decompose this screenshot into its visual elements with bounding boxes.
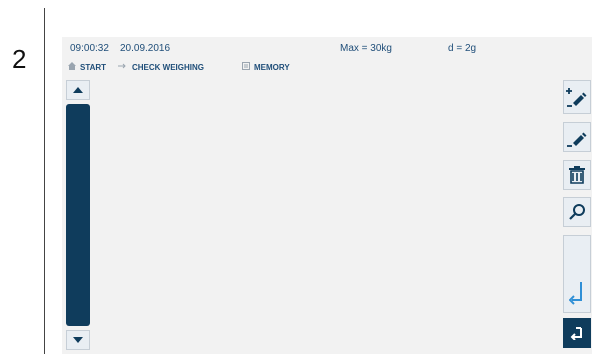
home-icon: [68, 62, 76, 72]
scrollbar-thumb[interactable]: [66, 104, 90, 326]
status-time: 09:00:32: [70, 43, 109, 54]
breadcrumb-check-weighing-label: CHECK WEIGHING: [132, 62, 204, 72]
status-division: d = 2g: [448, 43, 477, 54]
trash-icon: [569, 166, 585, 184]
scroll-down-button[interactable]: [66, 330, 90, 350]
step-number: 2: [12, 44, 27, 74]
scroll-up-button[interactable]: [66, 80, 90, 100]
breadcrumb-memory[interactable]: MEMORY: [242, 62, 290, 72]
edit-icon: [567, 132, 587, 147]
chevron-down-icon: [73, 337, 83, 343]
status-max-capacity: Max = 30kg: [340, 43, 392, 54]
add-edit-button[interactable]: [563, 80, 591, 114]
chevron-up-icon: [73, 87, 83, 93]
enter-button[interactable]: [563, 235, 591, 313]
delete-button[interactable]: [563, 160, 591, 190]
device-screen: 09:00:32 20.09.2016 Max = 30kg d = 2g ST…: [62, 37, 592, 354]
back-icon: [570, 327, 582, 340]
search-button[interactable]: [563, 197, 591, 227]
arrow-icon: [118, 62, 128, 72]
margin-rule: [44, 8, 45, 354]
edit-button[interactable]: [563, 122, 591, 152]
status-date: 20.09.2016: [120, 43, 171, 54]
memory-icon: [242, 62, 250, 72]
breadcrumb-start[interactable]: START: [68, 62, 106, 72]
breadcrumb-check-weighing[interactable]: CHECK WEIGHING: [118, 62, 204, 72]
breadcrumb-memory-label: MEMORY: [254, 62, 290, 72]
breadcrumb-start-label: START: [80, 62, 107, 72]
enter-icon: [569, 282, 582, 305]
search-icon: [569, 204, 585, 220]
back-button[interactable]: [563, 318, 591, 348]
add-edit-icon: [566, 88, 587, 107]
